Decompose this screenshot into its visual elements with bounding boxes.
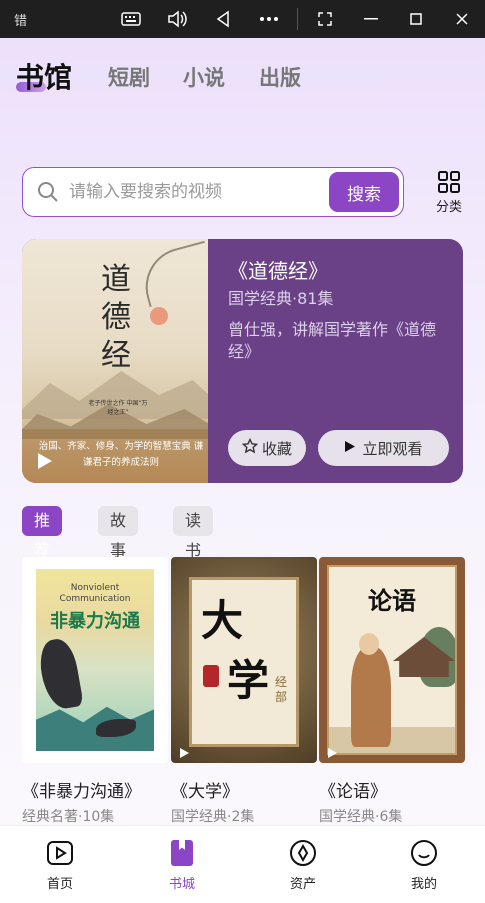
- category-button[interactable]: 分类: [430, 170, 468, 216]
- search-box: 搜索: [22, 167, 404, 217]
- cover-wave-decoration: [36, 706, 154, 751]
- window-titlebar: 错: [0, 0, 485, 38]
- book-cover-en-title: Nonviolent Communication: [59, 583, 131, 604]
- nav-bookstore[interactable]: 书城: [152, 838, 212, 892]
- nav-profile[interactable]: 我的: [394, 838, 454, 892]
- cover-figure-decoration: [351, 647, 391, 747]
- cover-bird-decoration: [36, 636, 84, 712]
- smile-icon: [409, 838, 439, 868]
- screenshot-icon[interactable]: [312, 6, 338, 32]
- back-icon[interactable]: [210, 6, 236, 32]
- cover-figure-decoration: [359, 633, 379, 655]
- cover-sun-decoration: [150, 307, 168, 325]
- book-cover-side-text: 经部: [275, 675, 288, 704]
- nav-label: 首页: [46, 877, 73, 892]
- book-card[interactable]: 论语 《论语》 国学经典·6集: [319, 557, 465, 826]
- book-cover[interactable]: Nonviolent Communication 非暴力沟通: [22, 557, 168, 763]
- app-title: 错: [14, 14, 28, 29]
- book-cover-char: 大: [201, 596, 244, 645]
- watch-now-label: 立即观看: [362, 439, 423, 458]
- tab-publishing[interactable]: 出版: [259, 62, 301, 92]
- featured-card[interactable]: 道德经 老子传世之作 中国“万经之王” 治国、齐家、修身、为学的智慧宝典 谦谦君…: [22, 239, 463, 483]
- chip-stories[interactable]: 故事: [98, 506, 139, 560]
- book-title: 《论语》: [319, 782, 387, 802]
- book-cover-cn-title: 非暴力沟通: [50, 611, 140, 632]
- nav-home[interactable]: 首页: [30, 838, 90, 892]
- book-cover-char: 学: [227, 656, 270, 705]
- nav-assets[interactable]: 资产: [273, 838, 333, 892]
- book-card[interactable]: Nonviolent Communication 非暴力沟通 《非暴力沟通》 经…: [22, 557, 168, 826]
- book-list: Nonviolent Communication 非暴力沟通 《非暴力沟通》 经…: [22, 557, 467, 825]
- featured-cover[interactable]: 道德经 老子传世之作 中国“万经之王” 治国、齐家、修身、为学的智慧宝典 谦谦君…: [22, 239, 208, 483]
- star-icon: [241, 437, 259, 458]
- minimize-icon[interactable]: [358, 6, 384, 32]
- maximize-icon[interactable]: [403, 6, 429, 32]
- book-card[interactable]: 大 学 经部 《大学》 国学经典·2集: [171, 557, 317, 826]
- featured-cover-subtitle: 老子传世之作 中国“万经之王”: [88, 400, 148, 416]
- volume-icon[interactable]: [164, 6, 190, 32]
- book-cover[interactable]: 论语: [319, 557, 465, 763]
- bookmark-book-icon: [167, 838, 197, 868]
- book-cover-title: 论语: [368, 586, 416, 615]
- search-icon: [37, 181, 59, 203]
- play-icon: [327, 743, 337, 758]
- featured-meta: 国学经典·81集: [228, 289, 334, 308]
- book-title: 《大学》: [171, 782, 239, 802]
- more-icon[interactable]: [256, 6, 282, 32]
- nav-label: 我的: [410, 877, 437, 892]
- featured-info: 《道德经》 国学经典·81集 曾仕强，讲解国学著作《道德经》 收藏 立即观看: [228, 239, 463, 483]
- search-input[interactable]: [69, 180, 319, 204]
- featured-cover-tagline: 治国、齐家、修身、为学的智慧宝典 谦谦君子的养成法则: [38, 441, 204, 468]
- featured-title: 《道德经》: [228, 259, 328, 283]
- favorite-label: 收藏: [261, 439, 292, 458]
- cover-seal-decoration: [203, 665, 219, 687]
- play-icon: [179, 743, 189, 758]
- play-square-icon: [45, 838, 75, 868]
- cover-ground-decoration: [329, 727, 455, 753]
- play-icon: [34, 451, 54, 471]
- category-label: 分类: [435, 200, 462, 215]
- book-meta: 国学经典·2集: [171, 809, 255, 825]
- top-tabs: 书馆 短剧 小说 出版: [0, 56, 485, 106]
- book-meta: 经典名著·10集: [22, 809, 115, 825]
- tab-library[interactable]: 书馆: [16, 56, 72, 96]
- nav-label: 书城: [168, 877, 195, 892]
- keyboard-icon[interactable]: [118, 6, 144, 32]
- chip-reading[interactable]: 读书: [173, 506, 214, 560]
- titlebar-separator: [297, 8, 298, 30]
- cover-branch-decoration: [136, 240, 208, 308]
- nav-label: 资产: [289, 877, 316, 892]
- search-button[interactable]: 搜索: [329, 172, 399, 212]
- play-icon: [344, 439, 356, 457]
- featured-description: 曾仕强，讲解国学著作《道德经》: [228, 320, 437, 361]
- favorite-button[interactable]: 收藏: [228, 430, 306, 466]
- featured-cover-title: 道德经: [101, 262, 131, 373]
- play-icon: [30, 743, 40, 758]
- book-title: 《非暴力沟通》: [22, 782, 141, 802]
- watch-now-button[interactable]: 立即观看: [318, 430, 449, 466]
- tab-novel[interactable]: 小说: [183, 62, 225, 92]
- close-icon[interactable]: [449, 6, 475, 32]
- chip-recommended[interactable]: 推荐: [22, 506, 63, 560]
- compass-icon: [288, 838, 318, 868]
- grid-icon: [437, 170, 461, 194]
- book-cover[interactable]: 大 学 经部: [171, 557, 317, 763]
- bottom-nav: 首页 书城 资产 我的: [0, 825, 485, 903]
- book-meta: 国学经典·6集: [319, 809, 403, 825]
- tab-short-drama[interactable]: 短剧: [108, 62, 150, 92]
